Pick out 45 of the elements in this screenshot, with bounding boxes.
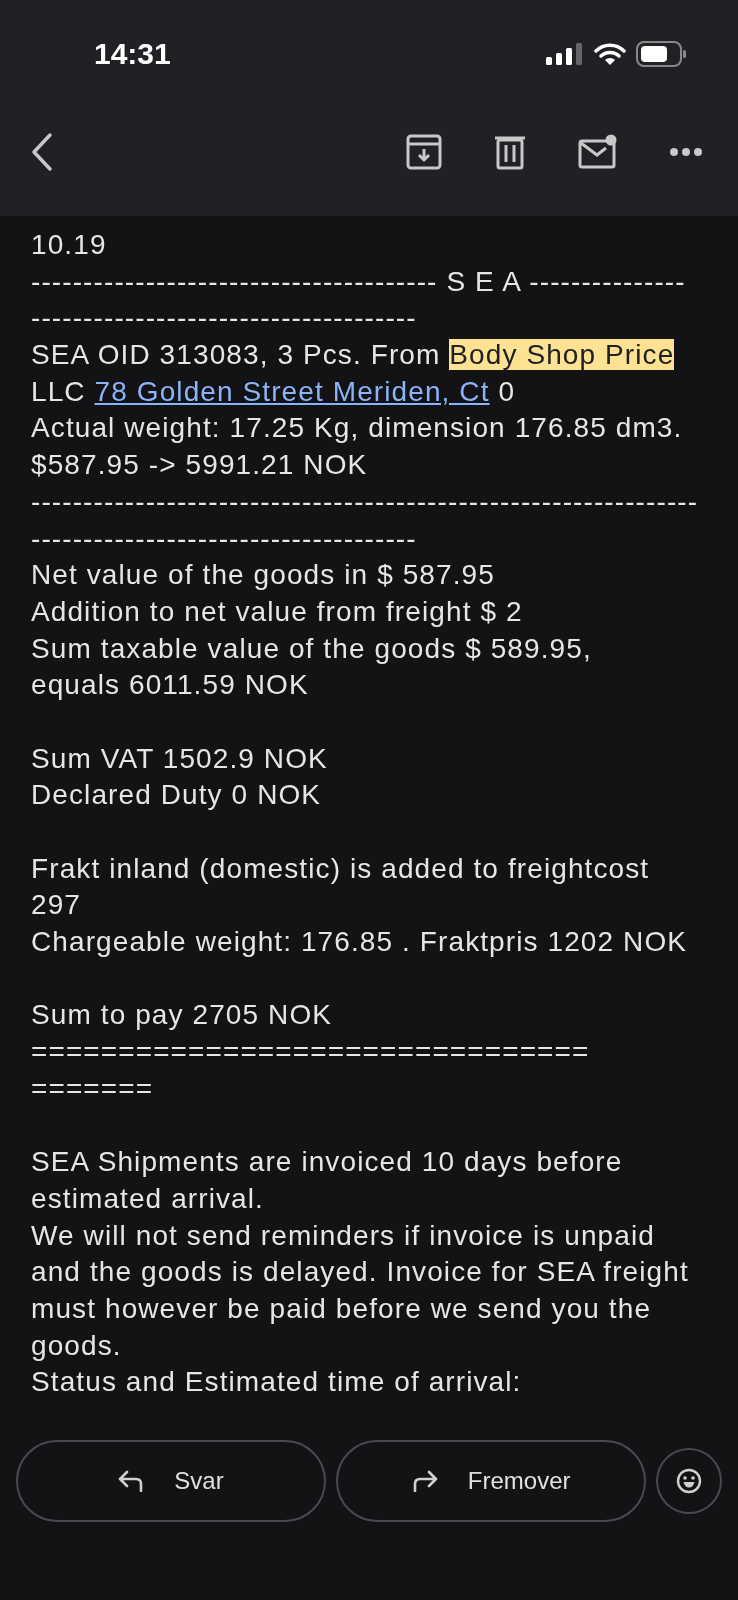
body-text: goods. [31, 1329, 122, 1361]
status-time: 14:31 [94, 37, 171, 71]
body-text: $587.95 -> 5991.21 NOK [31, 449, 368, 481]
body-text: and the goods is delayed. Invoice for SEA freight [31, 1256, 689, 1288]
delete-button[interactable] [494, 134, 526, 170]
body-text: ------------------------------------- [31, 302, 417, 334]
body-text: ------------------------------------- [31, 522, 417, 554]
back-button[interactable] [30, 132, 54, 172]
highlighted-text: Body Shop Price [449, 339, 675, 371]
signal-icon [546, 42, 584, 66]
smiley-icon [676, 1468, 703, 1494]
body-text: Actual weight: 17.25 Kg, dimension 176.85 dm3. [31, 412, 683, 444]
body-text: ================================ [31, 1036, 590, 1068]
body-text: equals 6011.59 NOK [31, 669, 309, 701]
body-text: SEA OID 313083, 3 Pcs. From [31, 339, 442, 371]
forward-button[interactable]: Fremover [336, 1440, 647, 1522]
forward-icon [411, 1470, 438, 1492]
body-text: Net value of the goods in $ 587.95 [31, 559, 495, 591]
body-text: Chargeable weight: 176.85 . Fraktpris 1202 NOK [31, 926, 688, 958]
more-button[interactable] [670, 147, 702, 157]
reply-icon [118, 1470, 145, 1492]
wifi-icon [594, 42, 626, 66]
body-text: 10.19 [31, 229, 107, 260]
body-text: Sum taxable value of the goods $ 589.95, [31, 632, 592, 664]
body-text: estimated arrival. [31, 1182, 264, 1214]
reply-button[interactable]: Svar [16, 1440, 327, 1522]
body-text: ---------------------------------------------------------------- [31, 485, 699, 517]
body-text: 297 [31, 889, 82, 921]
body-text: Frakt inland (domestic) is added to freightcost [31, 852, 650, 884]
body-text: --------------------------------------- S E A --------------- [31, 265, 686, 297]
body-text: LLC [31, 375, 87, 407]
body-text: Addition to net value from freight $ 2 [31, 595, 523, 627]
battery-icon [636, 41, 686, 67]
body-text: SEA Shipments are invoiced 10 days before [31, 1146, 623, 1178]
body-text: 0 [497, 375, 516, 407]
mark-unread-button[interactable] [578, 134, 618, 170]
body-text: Sum to pay 2705 NOK [31, 999, 333, 1031]
body-text: We will not send reminders if invoice is unpaid [31, 1219, 655, 1251]
archive-button[interactable] [406, 134, 442, 170]
address-link[interactable]: 78 Golden Street Meriden, Ct [94, 375, 490, 407]
body-text: Status and Estimated time of arrival: [31, 1366, 522, 1398]
body-text: must however be paid before we send you the [31, 1292, 652, 1324]
body-text: ======= [31, 1072, 154, 1104]
body-text: Sum VAT 1502.9 NOK [31, 742, 328, 774]
body-text: Declared Duty 0 NOK [31, 779, 322, 811]
